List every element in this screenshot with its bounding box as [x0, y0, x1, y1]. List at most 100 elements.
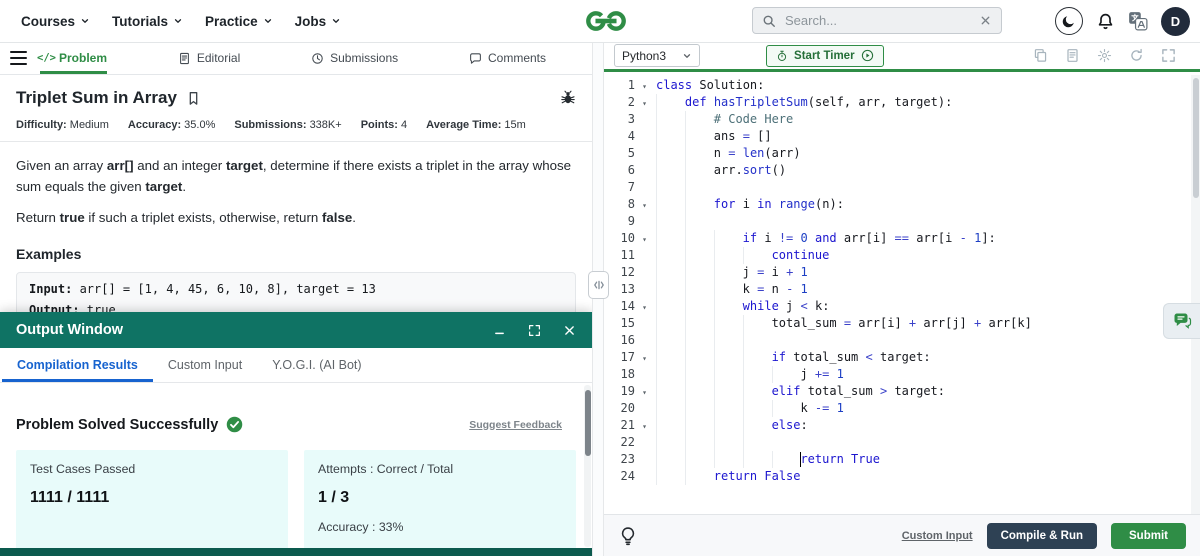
report-bug-icon[interactable]: [560, 90, 576, 106]
indent-guide: [742, 417, 772, 434]
indent-guide: [742, 332, 772, 349]
indent-guide: [684, 451, 714, 468]
hint-bulb-icon[interactable]: [618, 526, 638, 546]
problem-meta: Difficulty: Medium Accuracy: 35.0% Submiss…: [16, 119, 576, 131]
notifications-button[interactable]: [1096, 12, 1115, 31]
translate-icon: [1128, 11, 1148, 31]
panel-splitter[interactable]: [588, 42, 609, 556]
nav-item-label: Practice: [205, 13, 258, 29]
nav-item-label: Jobs: [294, 13, 327, 29]
problem-statement-line2: Return true if such a triplet exists, ot…: [16, 210, 356, 225]
fold-arrow-icon[interactable]: ▾: [642, 350, 647, 367]
user-avatar[interactable]: D: [1161, 6, 1190, 36]
fold-arrow-icon[interactable]: ▾: [642, 231, 647, 248]
code-line: j = i + 1: [656, 264, 1200, 281]
problem-title: Triplet Sum in Array: [16, 88, 177, 107]
indent-guide: [684, 179, 714, 196]
fold-arrow-icon[interactable]: ▾: [642, 418, 647, 435]
indent-guide: [684, 264, 714, 281]
fold-arrow-icon[interactable]: ▾: [642, 78, 647, 95]
gutter-line: 20: [620, 401, 635, 415]
fold-arrow-icon[interactable]: ▾: [642, 197, 647, 214]
indent-guide: [656, 417, 685, 434]
indent-guide: [713, 366, 743, 383]
chevron-down-icon: [331, 16, 341, 26]
start-timer-button[interactable]: Start Timer: [766, 44, 884, 67]
output-window-bottom-bar: [0, 548, 592, 556]
bookmark-icon[interactable]: [186, 91, 201, 106]
indent-guide: [684, 162, 714, 179]
start-timer-label: Start Timer: [794, 49, 855, 62]
compile-run-button[interactable]: Compile & Run: [986, 522, 1098, 549]
fold-arrow-icon[interactable]: ▾: [642, 95, 647, 112]
output-scrollbar-thumb[interactable]: [584, 390, 591, 456]
tab-label: Editorial: [196, 51, 241, 65]
theme-toggle-button[interactable]: [1055, 7, 1083, 35]
splitter-handle[interactable]: [588, 271, 609, 299]
chevron-down-icon: [173, 16, 183, 26]
copy-code-icon[interactable]: [1033, 48, 1048, 63]
output-scrollbar[interactable]: [584, 385, 591, 547]
indent-guide: [684, 111, 714, 128]
search-bar[interactable]: [752, 7, 1002, 34]
language-select[interactable]: Python3: [614, 44, 701, 67]
menu-button[interactable]: [0, 42, 36, 74]
close-icon[interactable]: [563, 324, 576, 337]
gutter-line: 19 ▾: [604, 383, 650, 400]
output-tab-custom-input[interactable]: Custom Input: [153, 348, 257, 382]
indent-guide: [684, 196, 714, 213]
nav-item-practice[interactable]: Practice: [196, 14, 282, 29]
notes-icon[interactable]: [1065, 48, 1080, 63]
suggest-feedback-link[interactable]: Suggest Feedback: [469, 419, 562, 431]
submit-button[interactable]: Submit: [1111, 522, 1186, 549]
output-window-header: Output Window: [0, 312, 592, 348]
gfg-logo[interactable]: [584, 7, 628, 35]
nav-item-courses[interactable]: Courses: [12, 14, 99, 29]
gutter-line: 5: [627, 146, 635, 160]
indent-guide: [713, 298, 743, 315]
gutter-line: 24: [620, 469, 635, 483]
indent-guide: [656, 298, 685, 315]
custom-input-link[interactable]: Custom Input: [902, 530, 973, 542]
tab-editorial[interactable]: Editorial: [178, 42, 240, 74]
result-cards: Test Cases Passed 1111 / 1111 Attempts : C…: [16, 450, 576, 556]
indent-guide: [742, 247, 772, 264]
stopwatch-icon: [776, 50, 788, 62]
settings-icon[interactable]: [1097, 48, 1112, 63]
reset-code-icon[interactable]: [1129, 48, 1144, 63]
indent-guide: [656, 128, 685, 145]
code-line: k = n - 1: [656, 281, 1200, 298]
problem-tabbar: </> Problem Editorial Submissions Comments: [0, 42, 592, 75]
nav-item-tutorials[interactable]: Tutorials: [103, 14, 192, 29]
tab-submissions[interactable]: Submissions: [311, 42, 398, 74]
indent-guide: [713, 451, 743, 468]
code-editor[interactable]: 1 ▾ 2 ▾ 3 4 5 6 7 8 ▾ 9 10 ▾ 11 12 13 14 ▾ 15 16 17 ▾ 18 19 ▾ 20 21…: [604, 75, 1200, 514]
indent-guide: [742, 434, 772, 451]
expand-icon[interactable]: [528, 324, 541, 337]
output-tab-compilation-results[interactable]: Compilation Results: [2, 348, 153, 382]
minimize-icon[interactable]: [493, 324, 506, 337]
tab-problem[interactable]: </> Problem: [37, 42, 107, 74]
chat-widget-button[interactable]: [1163, 303, 1200, 339]
fold-arrow-icon[interactable]: ▾: [642, 384, 647, 401]
code-line: if total_sum < target:: [656, 349, 1200, 366]
fullscreen-icon[interactable]: [1161, 48, 1176, 63]
indent-guide: [656, 179, 685, 196]
output-tab-y-o-g-i-ai-bot[interactable]: Y.O.G.I. (AI Bot): [257, 348, 376, 382]
gutter-line: 13: [620, 282, 635, 296]
indent-guide: [656, 281, 685, 298]
fold-arrow-icon[interactable]: ▾: [642, 299, 647, 316]
translate-button[interactable]: [1128, 11, 1148, 31]
result-card: Test Cases Passed 1111 / 1111: [16, 450, 288, 556]
output-tabs: Compilation Results Custom Input Y.O.G.I. …: [0, 348, 592, 383]
clear-search-icon[interactable]: [979, 14, 992, 27]
tab-comments[interactable]: Comments: [469, 42, 546, 74]
editor-scrollbar[interactable]: [1191, 75, 1200, 514]
indent-guide: [713, 230, 743, 247]
nav-item-jobs[interactable]: Jobs: [286, 14, 351, 29]
gutter-line: 4: [627, 129, 635, 143]
search-input[interactable]: [783, 12, 972, 29]
bell-icon: [1096, 12, 1115, 31]
editor-scrollbar-thumb[interactable]: [1192, 78, 1199, 198]
code-line: [656, 332, 1200, 349]
